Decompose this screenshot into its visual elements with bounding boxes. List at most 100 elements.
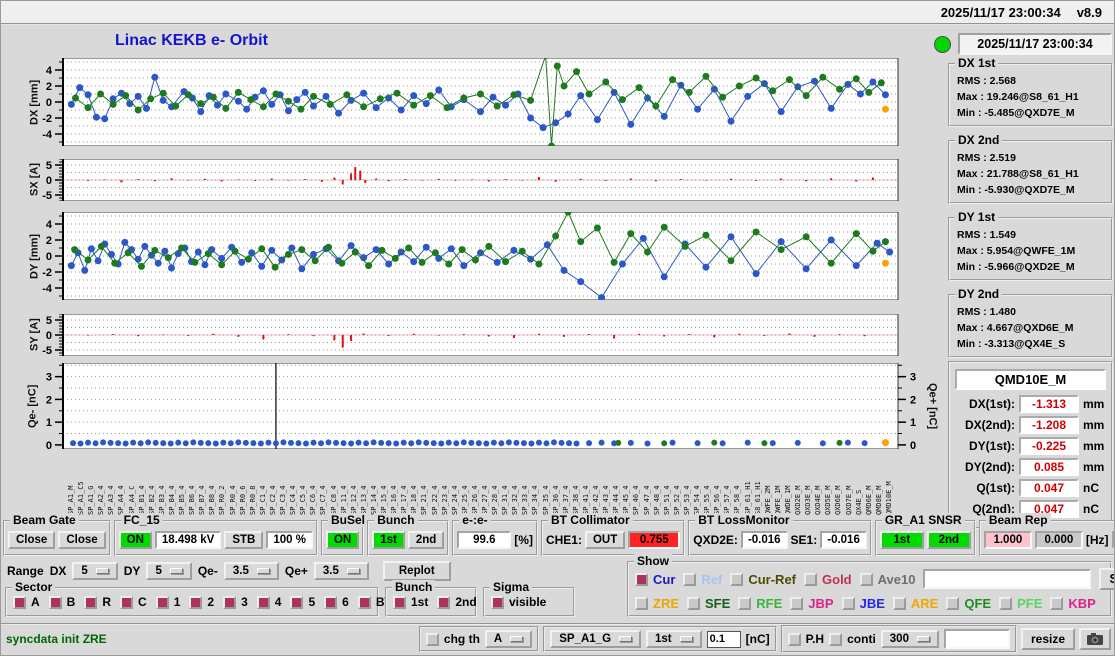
range-dx-select[interactable]: 5 (72, 562, 118, 580)
qmd10e-monitor-panel: QMD10E_M DX(1st): -1.313 mm DX(2nd): -1.208 m… (948, 361, 1113, 529)
conti-checkbox[interactable] (829, 632, 843, 646)
show-toggle-pfe[interactable]: PFE (999, 596, 1042, 611)
fc15-stb-button[interactable]: STB (224, 530, 264, 549)
busel-on-button[interactable]: ON (325, 530, 360, 549)
option-menu-indicator (256, 568, 270, 574)
che1-out-button[interactable]: OUT (584, 530, 626, 549)
stat-rms: RMS : 1.549 (957, 229, 1016, 241)
resize-button[interactable]: resize (1020, 628, 1075, 650)
sector-checkbox-r[interactable]: R (84, 595, 111, 609)
station-label: SP_55_4 (703, 485, 712, 515)
station-label: SP_12_4 (349, 485, 358, 515)
monitor-value-field: 0.085 (1019, 458, 1079, 476)
sector-checkbox-a[interactable]: A (13, 595, 40, 609)
station-label: SP_R0_6 (238, 485, 247, 515)
sector-checkbox-b[interactable]: B (48, 595, 75, 609)
snsr-2nd-button[interactable]: 2nd (926, 530, 971, 549)
stat-min: Min : -3.313@QX4E_S (957, 338, 1066, 350)
sector-checkbox-2[interactable]: 2 (189, 595, 214, 609)
station-label: QWFE_1M (773, 485, 782, 515)
checkbox-indicator (635, 596, 648, 610)
stats-box-dy-1st: DY 1st RMS : 1.549 Max : 5.954@QWFE_1M Min … (948, 210, 1113, 281)
checkbox-indicator (946, 596, 960, 610)
checkbox-indicator (324, 595, 338, 609)
sector-checkbox-4[interactable]: 4 (256, 595, 281, 609)
show-toggle-are[interactable]: ARE (892, 596, 938, 611)
sector-checkbox-6[interactable]: 6 (324, 595, 349, 609)
sy-axis-label: SY [A] (28, 318, 41, 352)
stats-box-dx-2nd: DX 2nd RMS : 2.519 Max : 21.788@S8_61_H1 Mi… (948, 133, 1113, 204)
show-toggle-cur-ref[interactable]: Cur-Ref (730, 572, 796, 587)
svg-text:0: 0 (46, 175, 52, 187)
chg-th-checkbox[interactable] (425, 632, 439, 646)
bt-collimator-group: BT Collimator CHE1: OUT 0.755 (540, 513, 686, 556)
monitor-value-field: -1.313 (1019, 395, 1079, 413)
sector-checkbox-5[interactable]: 5 (290, 595, 315, 609)
sp-monitor-select[interactable]: SP_A1_G (550, 630, 642, 648)
sector-checkbox-3[interactable]: 3 (223, 595, 248, 609)
range-qe-minus-select[interactable]: 3.5 (223, 562, 279, 580)
replot-button[interactable]: Replot (382, 561, 451, 581)
extra-input[interactable] (943, 629, 1010, 649)
range-qe-plus-select[interactable]: 3.5 (313, 562, 369, 580)
range-dy-select[interactable]: 5 (146, 562, 192, 580)
station-label: SP_B2_4 (147, 485, 156, 515)
show-toggle-ref[interactable]: Ref (683, 572, 722, 587)
svg-text:-4: -4 (42, 283, 53, 295)
checkbox-indicator (223, 595, 237, 609)
show-toggle-jbe[interactable]: JBE (841, 596, 885, 611)
checkbox-indicator (13, 595, 26, 609)
fc15-on-button[interactable]: ON (118, 530, 152, 549)
station-label: SP_41_4 (581, 485, 590, 515)
svg-text:5: 5 (46, 160, 52, 172)
sigma-checkbox-visible[interactable]: visible (491, 595, 546, 609)
show-toggle-sfe[interactable]: SFE (687, 596, 730, 611)
station-label: SP_23_4 (440, 485, 449, 515)
ee-ratio-title: e-:e- (459, 513, 491, 527)
bunch-2nd-button[interactable]: 2nd (407, 530, 445, 549)
bunch-checkbox-2nd[interactable]: 2nd (437, 595, 477, 609)
threshold-input[interactable] (706, 630, 741, 648)
set-ref-button[interactable]: Set Ref (1099, 568, 1114, 590)
snsr-1st-button[interactable]: 1st (879, 530, 924, 549)
threshold-unit: [nC] (745, 632, 770, 646)
sp-bunch-select[interactable]: 1st (646, 630, 702, 648)
busel-group: BuSel ON (320, 513, 368, 556)
checkbox-indicator (120, 595, 134, 609)
sy-plot: -5 0 5 (18, 314, 943, 356)
svg-text:0: 0 (46, 251, 52, 263)
option-menu-indicator (169, 568, 183, 574)
beam-rep-actual-field: 0.000 (1034, 530, 1083, 549)
chg-th-select[interactable]: A (484, 630, 533, 648)
svg-text:0: 0 (46, 440, 52, 449)
show-toggle-gold[interactable]: Gold (804, 572, 852, 587)
sector-checkbox-1[interactable]: 1 (155, 595, 180, 609)
qe-plot: 0 0 1 1 2 2 3 3 (18, 363, 943, 449)
ph-checkbox[interactable] (787, 632, 801, 646)
show-toggle-rfe[interactable]: RFE (738, 596, 782, 611)
show-toggle-jbp[interactable]: JBP (790, 596, 834, 611)
bunch-1st-button[interactable]: 1st (372, 530, 405, 549)
points-select[interactable]: 300 (880, 630, 939, 648)
show-toggle-zre[interactable]: ZRE (635, 596, 679, 611)
screenshot-button[interactable] (1079, 628, 1111, 650)
beam-gate-close-button-2[interactable]: Close (58, 530, 106, 549)
bunch-checkbox-1st[interactable]: 1st (393, 595, 428, 609)
station-label: SP_25_4 (460, 485, 469, 515)
stats-box-dx-1st: DX 1st RMS : 2.568 Max : 19.246@S8_61_H1 Mi… (948, 56, 1113, 127)
show-toggle-ave10[interactable]: Ave10 (859, 572, 915, 587)
checkbox-indicator (189, 595, 203, 609)
ref-name-input[interactable] (923, 569, 1092, 589)
sector-checkbox-c[interactable]: C (120, 595, 147, 609)
show-toggle-qfe[interactable]: QFE (946, 596, 991, 611)
checkbox-indicator (804, 572, 818, 586)
show-toggle-cur[interactable]: Cur (635, 572, 675, 587)
svg-text:-5: -5 (42, 345, 52, 356)
sigma-group: Sigma visible (483, 580, 575, 617)
station-label: SP_18_4 (410, 485, 419, 515)
station-label: SP_52_4 (672, 485, 681, 515)
beam-gate-close-button-1[interactable]: Close (8, 530, 56, 549)
show-toggle-kbp[interactable]: KBP (1050, 596, 1096, 611)
range-dx-label: DX (49, 564, 67, 578)
station-label: SP_A4_C (127, 485, 136, 515)
